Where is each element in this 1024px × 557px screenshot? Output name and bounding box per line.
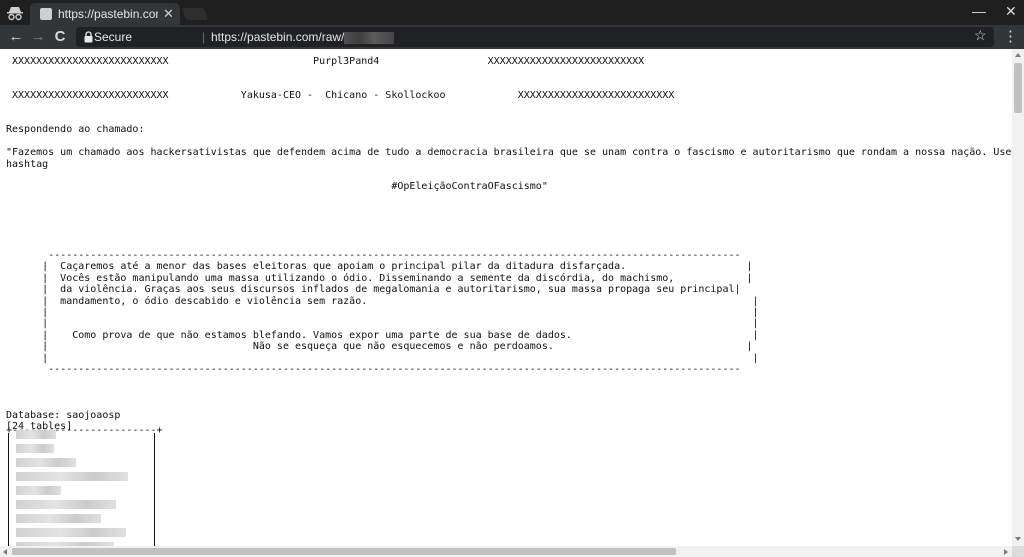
scrollbar-corner [1012, 546, 1024, 557]
redacted-table-name [16, 444, 54, 453]
scroll-right-arrow-icon[interactable] [1004, 549, 1008, 555]
url-redacted [344, 31, 395, 44]
redacted-table-name [16, 514, 101, 523]
vertical-scrollbar[interactable] [1012, 49, 1024, 546]
window-close-icon[interactable]: ✕ [1005, 3, 1017, 20]
reload-icon[interactable]: C [50, 27, 70, 47]
menu-icon[interactable]: ⋮ [1003, 27, 1018, 45]
tab-title: https://pastebin.com [58, 7, 158, 21]
back-icon[interactable]: ← [6, 27, 26, 47]
browser-toolbar: ← → C Secure | https://pastebin.com/raw/… [0, 25, 1024, 49]
tab-close-icon[interactable]: ✕ [163, 6, 174, 22]
minimize-icon[interactable]: — [972, 3, 986, 19]
scroll-up-arrow-icon[interactable] [1015, 53, 1021, 57]
redacted-table-name [16, 486, 61, 495]
paste-text: XXXXXXXXXXXXXXXXXXXXXXXXXX Purpl3Pand4 X… [6, 56, 1012, 432]
redacted-table-name [16, 500, 116, 509]
redacted-table-name [16, 430, 56, 439]
table-border-right [154, 433, 155, 546]
tab-strip: https://pastebin.com ✕ — ✕ [0, 0, 1024, 25]
raw-paste-content: XXXXXXXXXXXXXXXXXXXXXXXXXX Purpl3Pand4 X… [0, 49, 1012, 546]
incognito-icon [7, 7, 23, 21]
horizontal-scrollbar[interactable] [0, 546, 1012, 557]
redacted-table-name [16, 528, 126, 537]
scroll-down-arrow-icon[interactable] [1015, 537, 1021, 541]
redacted-table-name [16, 458, 76, 467]
horizontal-scroll-thumb[interactable] [12, 548, 676, 555]
lock-icon [84, 31, 93, 43]
url-prefix: https://pastebin.com/raw/ [211, 30, 345, 44]
bookmark-star-icon[interactable]: ☆ [974, 27, 987, 44]
address-separator: | [202, 30, 206, 44]
table-border-left [8, 433, 9, 546]
forward-icon[interactable]: → [28, 27, 48, 47]
scroll-left-arrow-icon[interactable] [3, 549, 7, 555]
secure-label: Secure [94, 30, 133, 44]
pastebin-favicon-icon [40, 8, 52, 20]
redacted-table-name [16, 472, 128, 481]
tab-pastebin[interactable]: https://pastebin.com ✕ [30, 3, 180, 25]
vertical-scroll-thumb[interactable] [1014, 63, 1022, 113]
address-bar[interactable]: Secure | https://pastebin.com/raw/ [76, 27, 994, 47]
url-text: https://pastebin.com/raw/ [211, 30, 395, 44]
new-tab-button[interactable] [181, 8, 209, 20]
